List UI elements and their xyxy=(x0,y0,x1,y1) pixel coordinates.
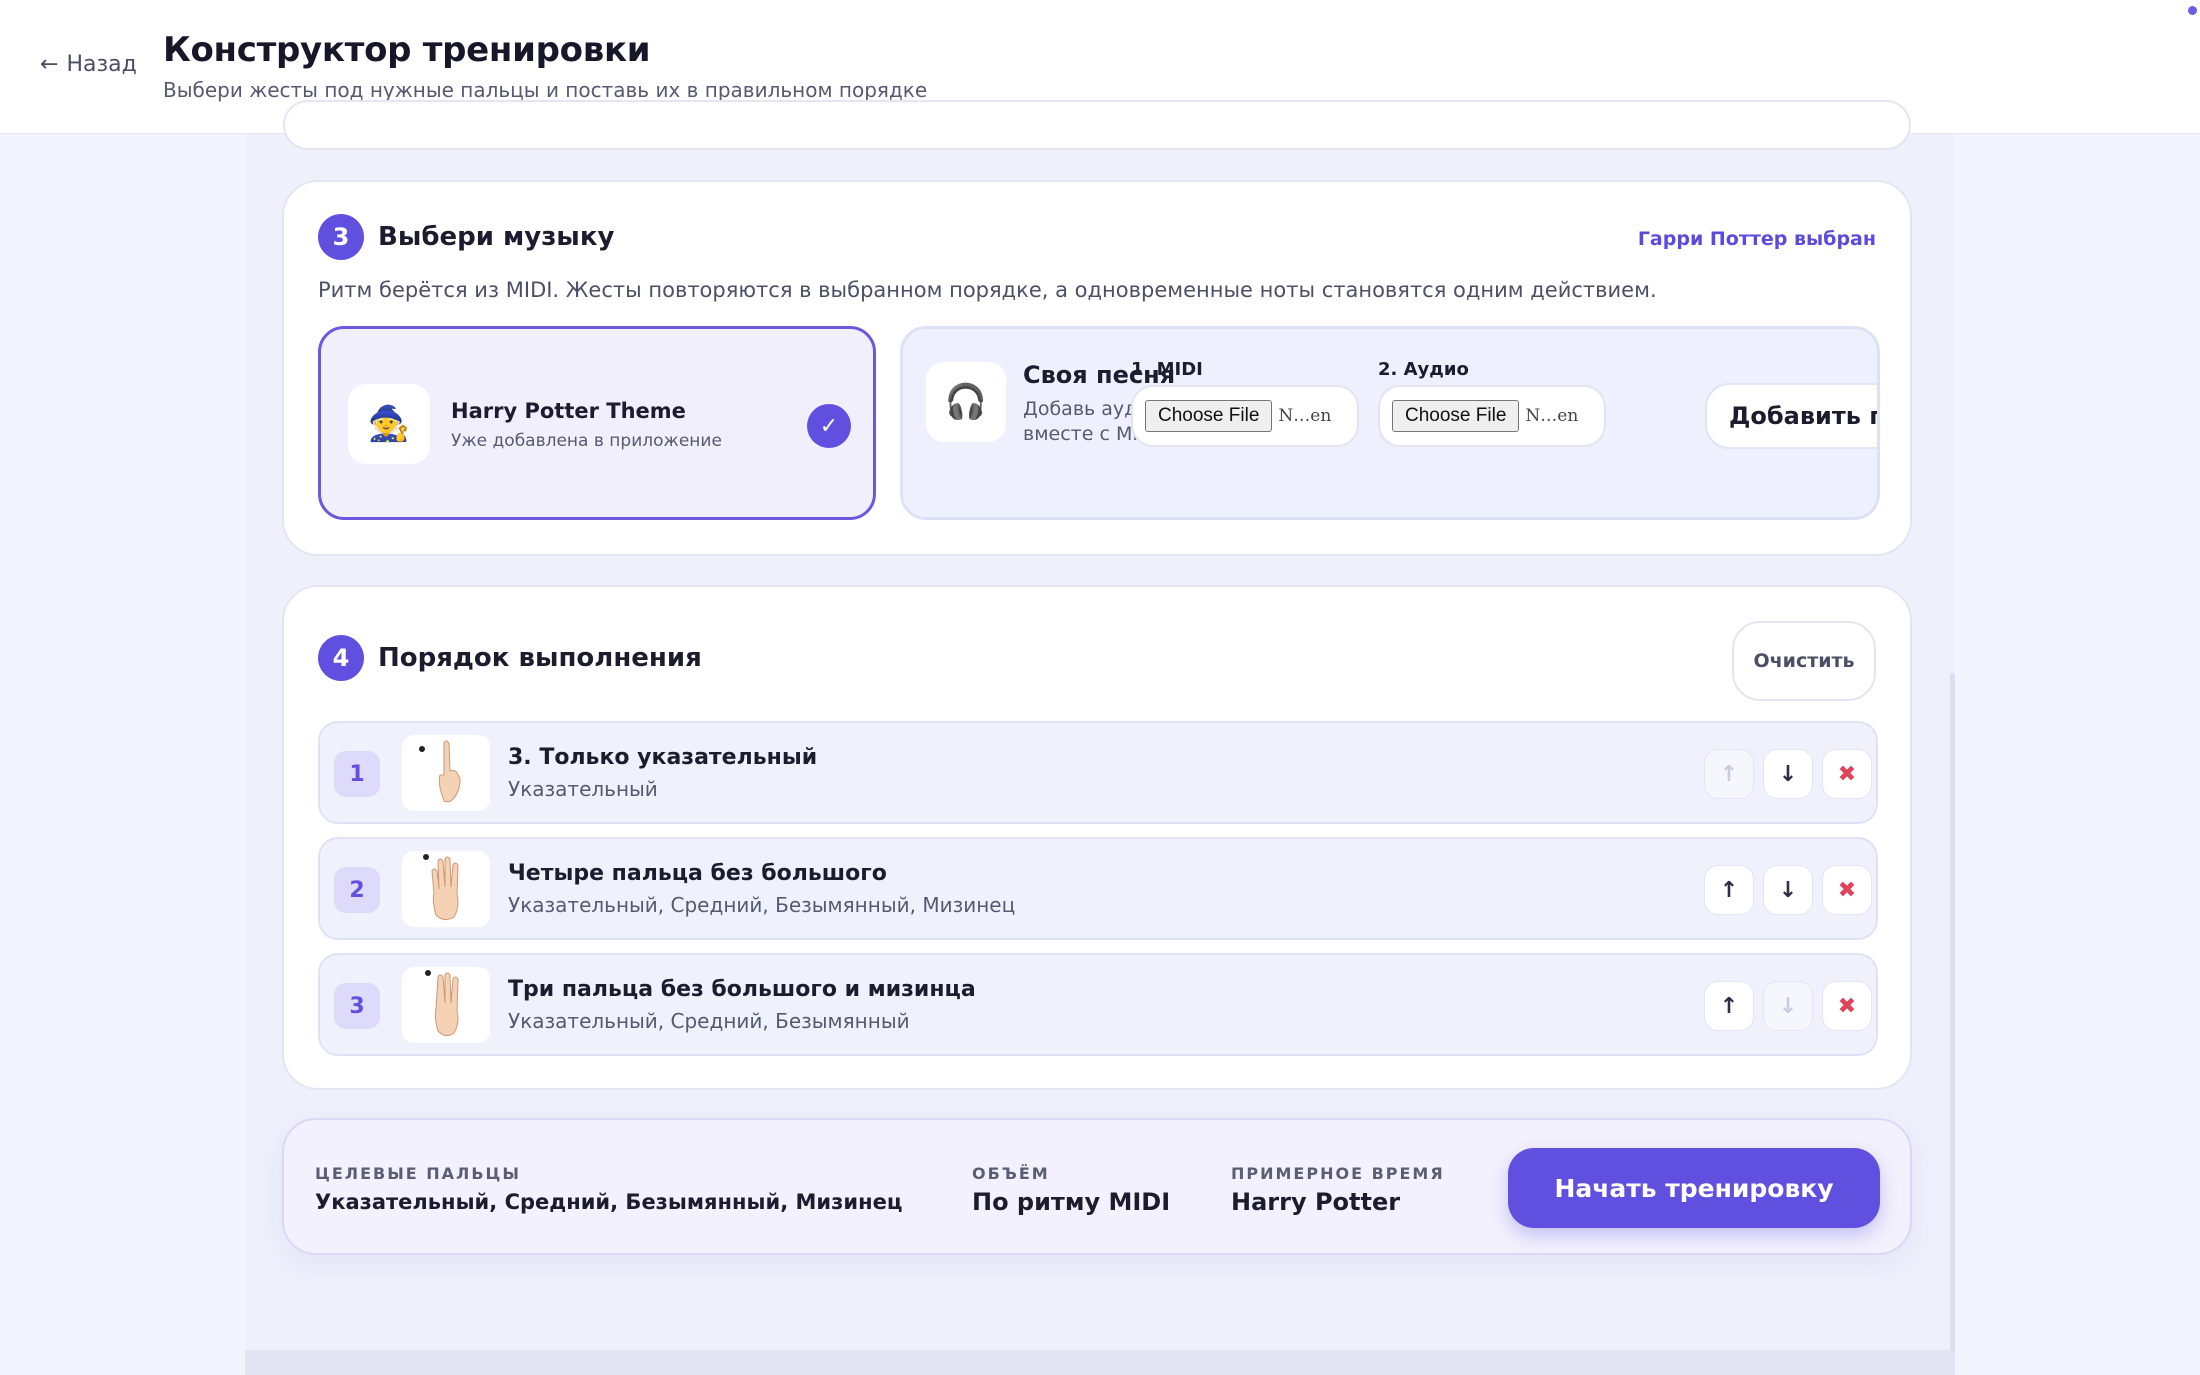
arrow-down-icon: ↓ xyxy=(1778,877,1798,903)
step-badge-music: 3 xyxy=(318,214,364,260)
page-title: Конструктор тренировки xyxy=(163,30,651,70)
arrow-up-icon: ↑ xyxy=(1719,993,1739,1019)
midi-label: 1. MIDI xyxy=(1131,359,1203,380)
volume-value: По ритму MIDI xyxy=(972,1188,1171,1216)
estimated-time-value: Harry Potter xyxy=(1231,1188,1401,1216)
training-summary: ЦЕЛЕВЫЕ ПАЛЬЦЫ Указательный, Средний, Бе… xyxy=(282,1118,1912,1255)
remove-button[interactable]: ✖ xyxy=(1822,865,1872,915)
custom-song-panel: 🎧 Своя песня Добавь аудио вместе с MIDI … xyxy=(900,326,1880,520)
audio-label: 2. Аудио xyxy=(1378,359,1469,380)
target-fingers-label: ЦЕЛЕВЫЕ ПАЛЬЦЫ xyxy=(315,1164,521,1183)
move-up-button[interactable]: ↑ xyxy=(1704,749,1754,799)
start-training-button[interactable]: Начать тренировку xyxy=(1508,1148,1880,1228)
close-icon: ✖ xyxy=(1837,761,1857,787)
remove-button[interactable]: ✖ xyxy=(1822,749,1872,799)
remove-button[interactable]: ✖ xyxy=(1822,981,1872,1031)
arrow-down-icon: ↓ xyxy=(1778,993,1798,1019)
arrow-down-icon: ↓ xyxy=(1778,761,1798,787)
midi-file-input[interactable]: Choose File N…en xyxy=(1131,385,1359,447)
headphones-icon: 🎧 xyxy=(926,362,1006,442)
music-section-title: Выбери музыку xyxy=(378,222,615,252)
midi-choose-file-button[interactable]: Choose File xyxy=(1145,400,1273,432)
selected-song-tag: Гарри Поттер выбран xyxy=(1637,228,1876,250)
music-description: Ритм берётся из MIDI. Жесты повторяются … xyxy=(318,278,1657,302)
volume-label: ОБЪЁМ xyxy=(972,1164,1050,1183)
gesture-title: 3. Только указательный xyxy=(508,745,818,770)
wizard-icon: 🧙 xyxy=(348,384,430,464)
three-fingers-gesture-icon xyxy=(402,967,490,1043)
gesture-row: 1 3. Только указательный Указательный ↑ … xyxy=(318,721,1878,824)
previous-card-edge xyxy=(283,100,1911,150)
four-fingers-gesture-icon xyxy=(402,851,490,927)
page-subtitle: Выбери жесты под нужные пальцы и поставь… xyxy=(163,78,928,102)
status-dot xyxy=(2188,6,2197,15)
music-section: 3 Выбери музыку Гарри Поттер выбран Ритм… xyxy=(282,180,1912,556)
gesture-row: 3 Три пальца без большого и мизинца Указ… xyxy=(318,953,1878,1056)
clear-button[interactable]: Очистить xyxy=(1732,621,1876,701)
index-finger-gesture-icon xyxy=(402,735,490,811)
move-up-button[interactable]: ↑ xyxy=(1704,981,1754,1031)
move-down-button[interactable]: ↓ xyxy=(1763,749,1813,799)
scrollbar[interactable] xyxy=(1950,673,1955,1375)
row-number: 1 xyxy=(334,751,380,797)
audio-file-input[interactable]: Choose File N…en xyxy=(1378,385,1606,447)
midi-file-status: N…en xyxy=(1278,406,1332,426)
gesture-row: 2 Четыре пальца без большого Указательны… xyxy=(318,837,1878,940)
song-name: Harry Potter Theme xyxy=(451,399,686,423)
add-song-button[interactable]: Добавить песню xyxy=(1705,383,1877,449)
gesture-fingers: Указательный xyxy=(508,777,658,801)
audio-file-status: N…en xyxy=(1525,406,1579,426)
target-fingers-value: Указательный, Средний, Безымянный, Мизин… xyxy=(315,1190,903,1214)
song-status: Уже добавлена в приложение xyxy=(451,431,722,451)
row-number: 2 xyxy=(334,867,380,913)
audio-choose-file-button[interactable]: Choose File xyxy=(1392,400,1520,432)
gesture-title: Три пальца без большого и мизинца xyxy=(508,977,976,1002)
move-up-button[interactable]: ↑ xyxy=(1704,865,1754,915)
move-down-button[interactable]: ↓ xyxy=(1763,981,1813,1031)
arrow-up-icon: ↑ xyxy=(1719,877,1739,903)
move-down-button[interactable]: ↓ xyxy=(1763,865,1813,915)
back-button[interactable]: ← Назад xyxy=(40,52,137,77)
close-icon: ✖ xyxy=(1837,993,1857,1019)
check-icon: ✓ xyxy=(807,404,851,448)
gesture-title: Четыре пальца без большого xyxy=(508,861,887,886)
gesture-fingers: Указательный, Средний, Безымянный, Мизин… xyxy=(508,893,1016,917)
order-section-title: Порядок выполнения xyxy=(378,643,702,673)
bottom-edge xyxy=(245,1350,1955,1375)
back-label: Назад xyxy=(66,52,137,77)
song-option-harry-potter[interactable]: 🧙 Harry Potter Theme Уже добавлена в при… xyxy=(318,326,876,520)
arrow-up-icon: ↑ xyxy=(1719,761,1739,787)
close-icon: ✖ xyxy=(1837,877,1857,903)
arrow-left-icon: ← xyxy=(40,52,59,77)
row-number: 3 xyxy=(334,983,380,1029)
step-badge-order: 4 xyxy=(318,635,364,681)
estimated-time-label: ПРИМЕРНОЕ ВРЕМЯ xyxy=(1231,1164,1445,1183)
gesture-fingers: Указательный, Средний, Безымянный xyxy=(508,1009,910,1033)
order-section: 4 Порядок выполнения Очистить 1 3. Тольк… xyxy=(282,585,1912,1090)
